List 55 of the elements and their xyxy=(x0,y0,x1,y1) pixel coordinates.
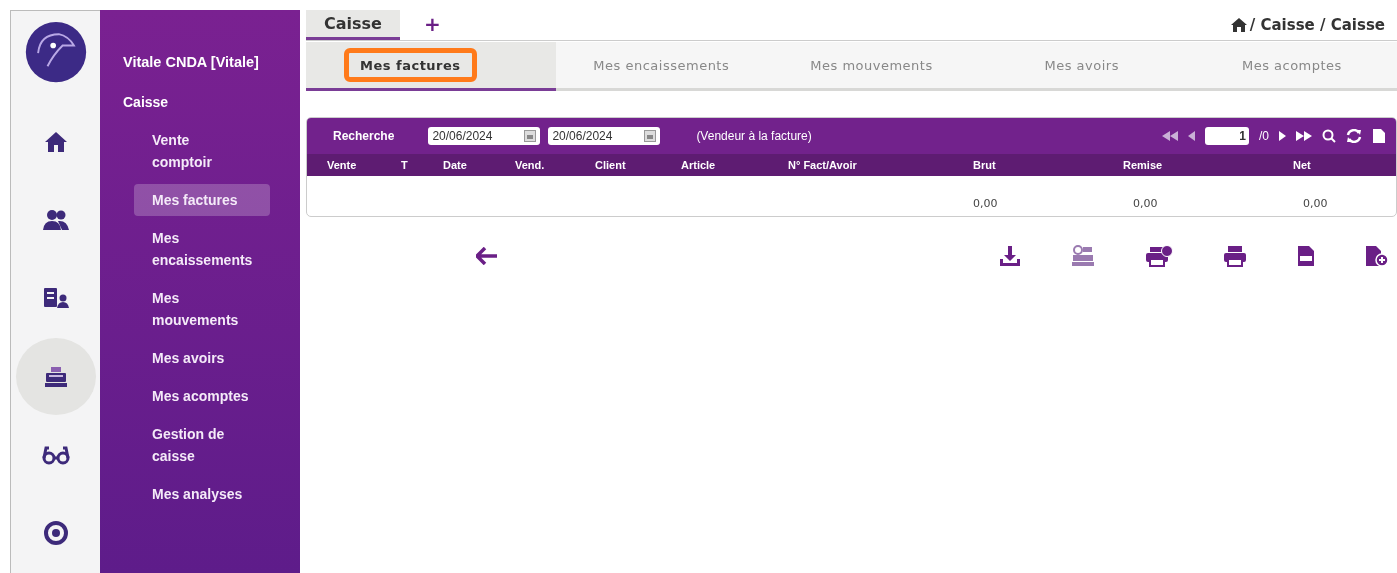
column-header: Vend. xyxy=(515,159,546,171)
file-add-icon[interactable] xyxy=(1365,245,1389,267)
column-header: Vente xyxy=(327,159,358,171)
refresh-icon[interactable] xyxy=(1346,129,1362,143)
sidebar-item[interactable]: Mes encaissements xyxy=(134,222,270,276)
sidebar-item[interactable]: Vente comptoir xyxy=(134,124,270,178)
calendar-icon[interactable] xyxy=(524,130,537,142)
date-field[interactable]: 20/06/2024 xyxy=(548,127,661,145)
add-tab-button[interactable]: + xyxy=(405,10,459,40)
search-icon[interactable] xyxy=(1322,129,1336,143)
download-icon[interactable] xyxy=(999,245,1021,267)
first-page-icon[interactable] xyxy=(1162,131,1178,141)
column-header: Date xyxy=(443,159,468,171)
column-header: Article xyxy=(681,159,717,171)
glasses-icon[interactable] xyxy=(41,445,70,466)
total-cell-text: 0,00 xyxy=(1303,197,1329,210)
column-header: Client xyxy=(595,159,627,171)
sidebar-item[interactable]: Mes acomptes xyxy=(134,380,270,412)
calendar-icon[interactable] xyxy=(644,130,657,142)
csv-file-icon[interactable] xyxy=(1297,245,1315,267)
sidebar-item[interactable]: Mes avoirs xyxy=(134,342,270,374)
filter-note: (Vendeur à la facture) xyxy=(696,129,812,143)
column-header: Net xyxy=(1293,159,1312,171)
column-header: Brut xyxy=(973,159,997,171)
printer-icon[interactable] xyxy=(1223,245,1247,267)
next-page-icon[interactable] xyxy=(1279,131,1286,141)
file-icon[interactable] xyxy=(1372,128,1386,144)
store-name: Vitale CNDA [Vitale] xyxy=(123,54,260,70)
page-total: /0 xyxy=(1259,129,1269,143)
back-arrow-icon[interactable] xyxy=(476,247,498,265)
tab[interactable]: Mes factures xyxy=(346,50,475,80)
section-title: Caisse xyxy=(123,94,170,110)
previous-page-icon[interactable] xyxy=(1188,131,1195,141)
page-field[interactable]: 1 xyxy=(1205,127,1249,145)
id-card-icon[interactable] xyxy=(42,287,69,310)
people-icon[interactable] xyxy=(42,209,69,232)
tab[interactable]: Caisse xyxy=(306,10,400,40)
search-label: Recherche xyxy=(333,129,395,143)
sidebar-item[interactable]: Mes mouvements xyxy=(134,282,270,336)
total-cell-text: 0,00 xyxy=(1133,197,1159,210)
printer-badge-icon[interactable] xyxy=(1145,245,1173,267)
eye-icon[interactable] xyxy=(42,521,69,546)
home-icon[interactable] xyxy=(1230,18,1247,32)
total-cell-text: 0,00 xyxy=(973,197,999,210)
sidebar-item[interactable]: Mes analyses xyxy=(134,478,270,510)
column-header: T xyxy=(401,159,409,171)
sidebar-item[interactable]: Mes factures xyxy=(134,184,270,216)
column-header: N° Fact/Avoir xyxy=(788,159,858,171)
column-header: Remise xyxy=(1123,159,1164,171)
home-icon[interactable] xyxy=(43,130,68,153)
last-page-icon[interactable] xyxy=(1296,131,1312,141)
sidebar-item[interactable]: Gestion de caisse xyxy=(134,418,270,472)
cash-register-icon[interactable] xyxy=(43,365,68,388)
breadcrumb: / Caisse / Caisse xyxy=(1249,16,1385,34)
date-field[interactable]: 20/06/2024 xyxy=(428,127,541,145)
